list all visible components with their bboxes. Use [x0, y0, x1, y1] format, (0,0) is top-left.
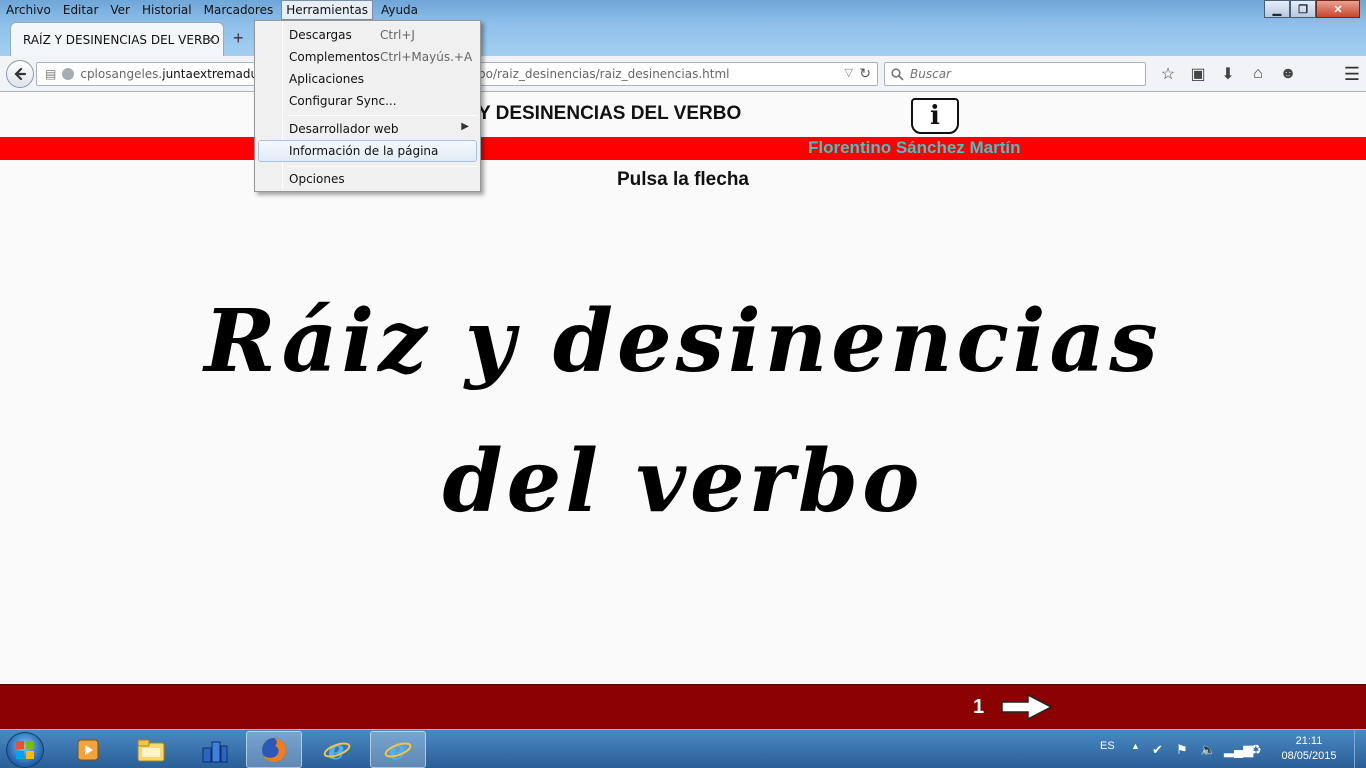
menu-item-label: Desarrollador web: [289, 122, 399, 136]
taskbar-internet-explorer[interactable]: e: [309, 731, 365, 768]
internet-explorer-icon: e: [323, 736, 351, 764]
close-window-button[interactable]: ✕: [1316, 0, 1360, 18]
home-icon[interactable]: ⌂: [1244, 64, 1272, 84]
search-input[interactable]: [910, 67, 1130, 81]
menu-item-desarrollador-web[interactable]: Desarrollador web ▶: [258, 119, 477, 139]
tab-title: RAÍZ Y DESINENCIAS DEL VERBO: [23, 32, 220, 47]
menu-item-shortcut: Ctrl+Mayús.+A: [380, 50, 473, 64]
page-number: 1: [973, 696, 985, 718]
submenu-arrow-icon: ▶: [461, 121, 469, 132]
menu-item-label: Información de la página: [289, 144, 439, 158]
firefox-icon: [262, 737, 286, 762]
menu-item-label: Descargas: [289, 28, 352, 42]
menu-item-label: Aplicaciones: [289, 72, 364, 86]
url-path: bo/raiz_desinencias/raiz_desinencias.htm…: [478, 67, 730, 81]
site-identity-icon[interactable]: [62, 68, 75, 80]
menu-item-descargas[interactable]: Descargas Ctrl+J: [258, 25, 477, 45]
taskbar-firefox[interactable]: [246, 731, 302, 768]
security-icon[interactable]: ⚑: [1176, 742, 1188, 758]
window-controls: ▁ ❐ ✕: [1264, 0, 1360, 18]
sync-icon[interactable]: ♻: [1250, 742, 1262, 758]
taskbar-file-explorer[interactable]: [123, 731, 179, 768]
search-icon: [891, 67, 904, 81]
web-page: Y DESINENCIAS DEL VERBO i Florentino Sán…: [0, 93, 1366, 729]
clock[interactable]: 21:11 08/05/2015: [1278, 734, 1340, 764]
new-tab-button[interactable]: +: [233, 28, 244, 49]
menu-bar: Archivo Editar Ver Historial Marcadores …: [0, 0, 426, 20]
back-button[interactable]: [6, 60, 34, 88]
menu-item-label: Configurar Sync...: [289, 94, 397, 108]
menu-separator: [287, 115, 477, 116]
info-icon[interactable]: i: [911, 98, 959, 134]
menu-item-complementos[interactable]: Complementos Ctrl+Mayús.+A: [258, 47, 477, 67]
url-dropdown-icon[interactable]: ▽: [845, 66, 853, 79]
tab-close-icon[interactable]: ×: [207, 32, 215, 47]
hamburger-menu-icon[interactable]: ☰: [1344, 64, 1360, 85]
minimize-button[interactable]: ▁: [1264, 0, 1290, 18]
chat-icon[interactable]: ☻: [1274, 64, 1302, 84]
menu-ayuda[interactable]: Ayuda: [377, 1, 422, 19]
menu-herramientas[interactable]: Herramientas: [281, 0, 373, 20]
media-player-icon: [77, 739, 99, 760]
taskbar-internet-explorer-2[interactable]: e: [370, 731, 426, 768]
menu-ver[interactable]: Ver: [106, 1, 134, 19]
reading-list-icon[interactable]: ▣: [1184, 64, 1212, 84]
menu-archivo[interactable]: Archivo: [2, 1, 55, 19]
show-hidden-icons-icon[interactable]: ▲: [1131, 741, 1140, 751]
taskbar-network-app[interactable]: [186, 731, 242, 768]
url-text: cplosangeles.juntaextremadura: [80, 67, 270, 81]
browser-titlebar: Archivo Editar Ver Historial Marcadores …: [0, 0, 1366, 60]
herramientas-dropdown: Descargas Ctrl+J Complementos Ctrl+Mayús…: [254, 20, 481, 192]
main-title-line-1: Ráiz y desinencias: [204, 291, 1162, 392]
menu-item-opciones[interactable]: Opciones: [258, 169, 477, 189]
system-tray: ES ▲ ✔ ⚑ 🔈 ▂▄▆ ♻ 21:11 08/05/2015: [1100, 730, 1366, 768]
menu-item-shortcut: Ctrl+J: [380, 28, 415, 42]
download-icon[interactable]: ⬇: [1214, 64, 1242, 84]
menu-item-aplicaciones[interactable]: Aplicaciones: [258, 69, 477, 89]
menu-item-configurar-sync[interactable]: Configurar Sync...: [258, 91, 477, 111]
clock-time: 21:11: [1295, 735, 1323, 747]
windows-taskbar: e e ES ▲ ✔ ⚑ 🔈 ▂▄▆ ♻ 21:11 08/05/2015: [0, 729, 1366, 768]
language-indicator[interactable]: ES: [1100, 740, 1115, 752]
network-signal-icon[interactable]: ▂▄▆: [1224, 742, 1253, 758]
author-band: Florentino Sánchez Martín: [0, 137, 1366, 160]
svg-text:e: e: [389, 736, 406, 764]
menu-historial[interactable]: Historial: [138, 1, 196, 19]
author-name: Florentino Sánchez Martín: [808, 138, 1021, 157]
url-domain-prefix: cplosangeles.: [80, 67, 163, 81]
volume-icon[interactable]: 🔈: [1200, 742, 1216, 758]
reload-icon[interactable]: ↻: [859, 65, 871, 82]
menu-marcadores[interactable]: Marcadores: [200, 1, 278, 19]
maximize-button[interactable]: ❐: [1290, 0, 1316, 18]
page-header-title: Y DESINENCIAS DEL VERBO: [478, 103, 742, 124]
search-bar[interactable]: [884, 62, 1146, 86]
main-title-line-2: del verbo: [442, 431, 924, 532]
clock-date: 08/05/2015: [1281, 750, 1337, 762]
info-glyph: i: [930, 101, 940, 131]
show-desktop-button[interactable]: [1354, 730, 1366, 768]
footer-bar: 1: [0, 684, 1366, 729]
page-history-icon[interactable]: ▤: [45, 67, 56, 81]
menu-separator: [287, 166, 477, 167]
menu-item-label: Complementos: [289, 50, 380, 64]
star-icon[interactable]: ☆: [1154, 64, 1182, 84]
svg-text:e: e: [328, 736, 345, 764]
menu-item-label: Opciones: [289, 172, 345, 186]
internet-explorer-icon: e: [384, 736, 412, 764]
toolbar-icons: ☆ ▣ ⬇ ⌂ ☻: [1154, 64, 1304, 84]
browser-tab[interactable]: RAÍZ Y DESINENCIAS DEL VERBO ×: [10, 22, 224, 56]
file-explorer-icon: [137, 739, 165, 761]
back-arrow-icon: [14, 67, 27, 81]
update-icon[interactable]: ✔: [1152, 742, 1163, 758]
network-app-icon: [202, 741, 228, 762]
instruction-text: Pulsa la flecha: [616, 169, 749, 190]
next-arrow-icon[interactable]: [1000, 693, 1054, 721]
taskbar-media-player[interactable]: [60, 731, 116, 768]
windows-logo-icon: [16, 741, 34, 759]
navigation-toolbar: ▤ cplosangeles.juntaextremadura bo/raiz_…: [0, 56, 1366, 92]
menu-editar[interactable]: Editar: [59, 1, 103, 19]
start-button[interactable]: [6, 732, 44, 768]
menu-item-informacion-pagina[interactable]: Información de la página: [258, 140, 477, 162]
